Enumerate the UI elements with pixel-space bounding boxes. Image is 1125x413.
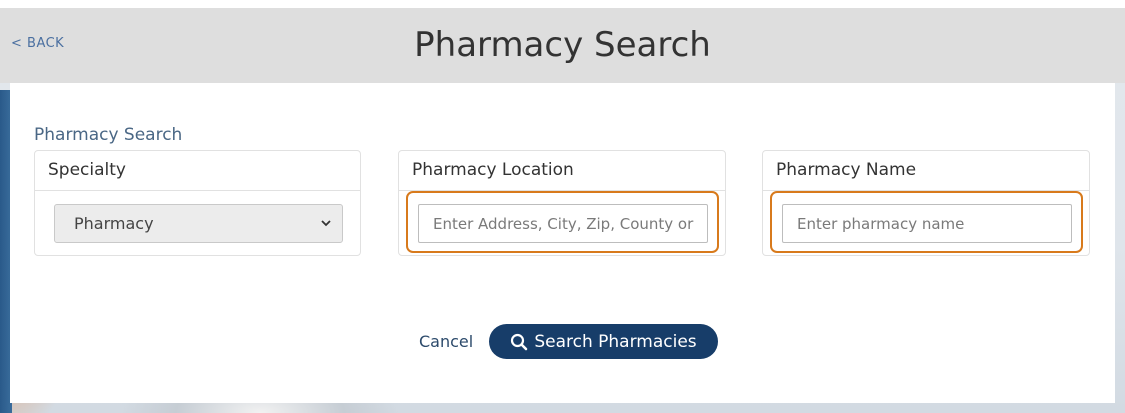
page-title: Pharmacy Search bbox=[414, 25, 711, 65]
name-input[interactable] bbox=[782, 204, 1072, 243]
top-strip bbox=[0, 0, 1125, 8]
name-title: Pharmacy Name bbox=[763, 151, 1089, 191]
cancel-button[interactable]: Cancel bbox=[419, 332, 473, 351]
search-button-label: Search Pharmacies bbox=[534, 331, 697, 352]
specialty-select[interactable]: Pharmacy bbox=[54, 204, 343, 243]
search-panel: Pharmacy Search Specialty Pharmacy Pharm… bbox=[10, 83, 1115, 403]
search-icon bbox=[510, 333, 528, 351]
specialty-select-value: Pharmacy bbox=[74, 214, 154, 233]
location-title: Pharmacy Location bbox=[399, 151, 725, 191]
location-input[interactable] bbox=[418, 204, 708, 243]
section-label: Pharmacy Search bbox=[34, 125, 183, 145]
specialty-title: Specialty bbox=[35, 151, 360, 191]
specialty-card: Specialty Pharmacy bbox=[34, 150, 361, 256]
page-header: < BACK Pharmacy Search bbox=[0, 8, 1125, 83]
name-card: Pharmacy Name bbox=[762, 150, 1090, 256]
chevron-down-icon bbox=[320, 205, 332, 257]
location-card: Pharmacy Location bbox=[398, 150, 726, 256]
search-pharmacies-button[interactable]: Search Pharmacies bbox=[489, 324, 718, 359]
